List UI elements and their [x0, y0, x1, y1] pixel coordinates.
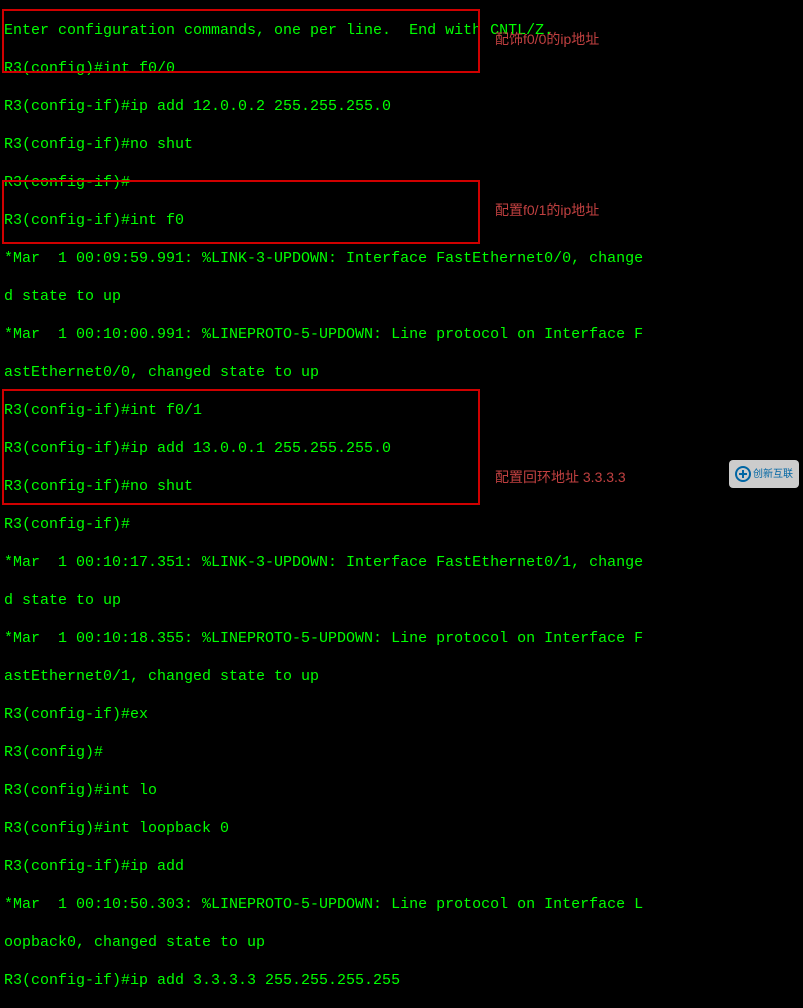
- cli-line: d state to up: [4, 591, 799, 610]
- cli-line: *Mar 1 00:10:17.351: %LINK-3-UPDOWN: Int…: [4, 553, 799, 572]
- cli-line: R3(config-if)#no shut: [4, 477, 799, 496]
- cli-line: R3(config-if)#int f0/1: [4, 401, 799, 420]
- cli-line: R3(config-if)#no shut: [4, 135, 799, 154]
- cli-line: astEthernet0/0, changed state to up: [4, 363, 799, 382]
- cli-line: R3(config-if)#ip add: [4, 857, 799, 876]
- cli-line: R3(config-if)#ex: [4, 705, 799, 724]
- cli-line: R3(config-if)#ip add 13.0.0.1 255.255.25…: [4, 439, 799, 458]
- cli-line: *Mar 1 00:09:59.991: %LINK-3-UPDOWN: Int…: [4, 249, 799, 268]
- annotation-f01: 配置f0/1的ip地址: [495, 201, 599, 220]
- cli-line: Enter configuration commands, one per li…: [4, 21, 799, 40]
- cli-line: R3(config)#int f0/0: [4, 59, 799, 78]
- cli-line: R3(config)#int lo: [4, 781, 799, 800]
- cli-line: *Mar 1 00:10:18.355: %LINEPROTO-5-UPDOWN…: [4, 629, 799, 648]
- cli-line: R3(config-if)#ip add 3.3.3.3 255.255.255…: [4, 971, 799, 990]
- cli-line: R3(config-if)#: [4, 173, 799, 192]
- annotation-loopback: 配置回环地址 3.3.3.3: [495, 468, 626, 487]
- cli-line: *Mar 1 00:10:00.991: %LINEPROTO-5-UPDOWN…: [4, 325, 799, 344]
- cli-line: R3(config-if)#int f0: [4, 211, 799, 230]
- cli-line: R3(config-if)#: [4, 515, 799, 534]
- cli-line: R3(config-if)#ip add 12.0.0.2 255.255.25…: [4, 97, 799, 116]
- cli-line: R3(config)#int loopback 0: [4, 819, 799, 838]
- annotation-f00: 配饰f0/0的ip地址: [495, 30, 599, 49]
- cli-line: astEthernet0/1, changed state to up: [4, 667, 799, 686]
- terminal-output[interactable]: Enter configuration commands, one per li…: [0, 0, 803, 1008]
- cli-line: R3(config)#: [4, 743, 799, 762]
- cli-line: *Mar 1 00:10:50.303: %LINEPROTO-5-UPDOWN…: [4, 895, 799, 914]
- cli-line: d state to up: [4, 287, 799, 306]
- cli-line: oopback0, changed state to up: [4, 933, 799, 952]
